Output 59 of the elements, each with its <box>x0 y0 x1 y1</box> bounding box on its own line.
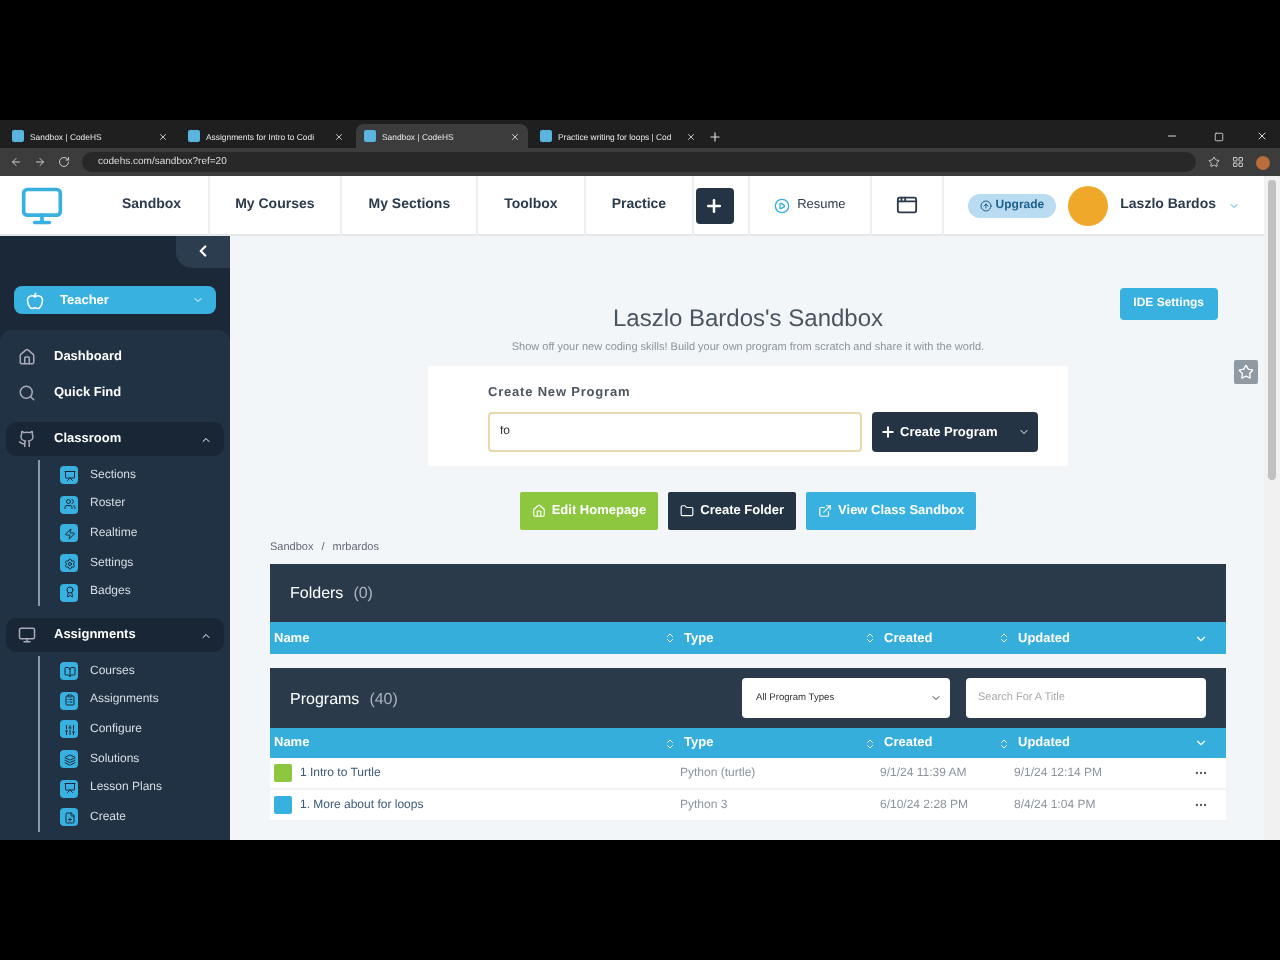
menu-icon <box>60 720 78 739</box>
menu-icon <box>60 524 78 543</box>
favorite-button[interactable] <box>1234 360 1258 384</box>
reload-icon[interactable] <box>58 156 70 168</box>
external-link-icon <box>818 504 833 518</box>
menu-icon <box>60 750 78 769</box>
caret-icon <box>200 433 212 446</box>
scrollbar[interactable] <box>1264 176 1280 840</box>
page-title: Laszlo Bardos's Sandbox <box>612 304 884 332</box>
bookmark-icon[interactable] <box>1208 156 1220 168</box>
menu-icon <box>60 583 78 602</box>
logo-icon[interactable] <box>20 183 64 227</box>
panel-title: Folders <box>290 584 344 602</box>
apple-icon <box>26 291 44 310</box>
favicon-icon <box>12 130 24 142</box>
maximize-icon[interactable] <box>1214 132 1224 142</box>
panel-title: Programs <box>290 689 360 707</box>
forward-icon[interactable] <box>34 156 46 168</box>
item-count: (0) <box>353 584 375 602</box>
window-icon[interactable] <box>895 194 918 216</box>
collapse-button[interactable] <box>176 236 230 268</box>
avatar[interactable] <box>1068 185 1109 225</box>
minimize-icon[interactable] <box>1166 130 1178 142</box>
play-icon[interactable] <box>773 197 790 213</box>
new-tab-icon[interactable] <box>708 130 722 144</box>
close-icon[interactable] <box>1256 130 1268 142</box>
more-icon[interactable] <box>1194 766 1208 780</box>
search-icon <box>18 383 36 402</box>
chevron-left-icon <box>194 242 212 261</box>
plus-icon <box>880 424 896 440</box>
caret-icon <box>192 294 204 307</box>
caret-icon <box>200 629 212 642</box>
profile-icon[interactable] <box>1256 155 1270 169</box>
arrow-up-icon <box>979 199 992 211</box>
caret-icon <box>930 692 942 704</box>
caret-icon[interactable] <box>1194 631 1208 645</box>
favicon-icon <box>188 130 200 142</box>
add-button[interactable] <box>695 187 734 223</box>
home-icon <box>531 504 546 518</box>
extensions-icon[interactable] <box>1232 156 1244 168</box>
back-icon[interactable] <box>10 156 22 168</box>
plus-icon <box>704 195 725 215</box>
monitor-icon <box>18 626 36 645</box>
star-icon <box>1238 364 1254 380</box>
menu-icon <box>60 495 78 514</box>
favicon-icon <box>540 130 552 142</box>
item-count: (40) <box>369 689 400 707</box>
folder-icon <box>680 504 695 518</box>
favicon-icon <box>364 130 376 142</box>
menu-icon <box>60 554 78 573</box>
menu-icon <box>60 808 78 827</box>
home-icon <box>18 347 36 366</box>
menu-icon <box>60 466 78 485</box>
caret-icon[interactable] <box>1194 736 1208 750</box>
menu-icon <box>60 779 78 798</box>
menu-icon <box>60 691 78 710</box>
menu-icon <box>60 662 78 681</box>
more-icon[interactable] <box>1194 798 1208 812</box>
caret-icon <box>1018 426 1030 438</box>
